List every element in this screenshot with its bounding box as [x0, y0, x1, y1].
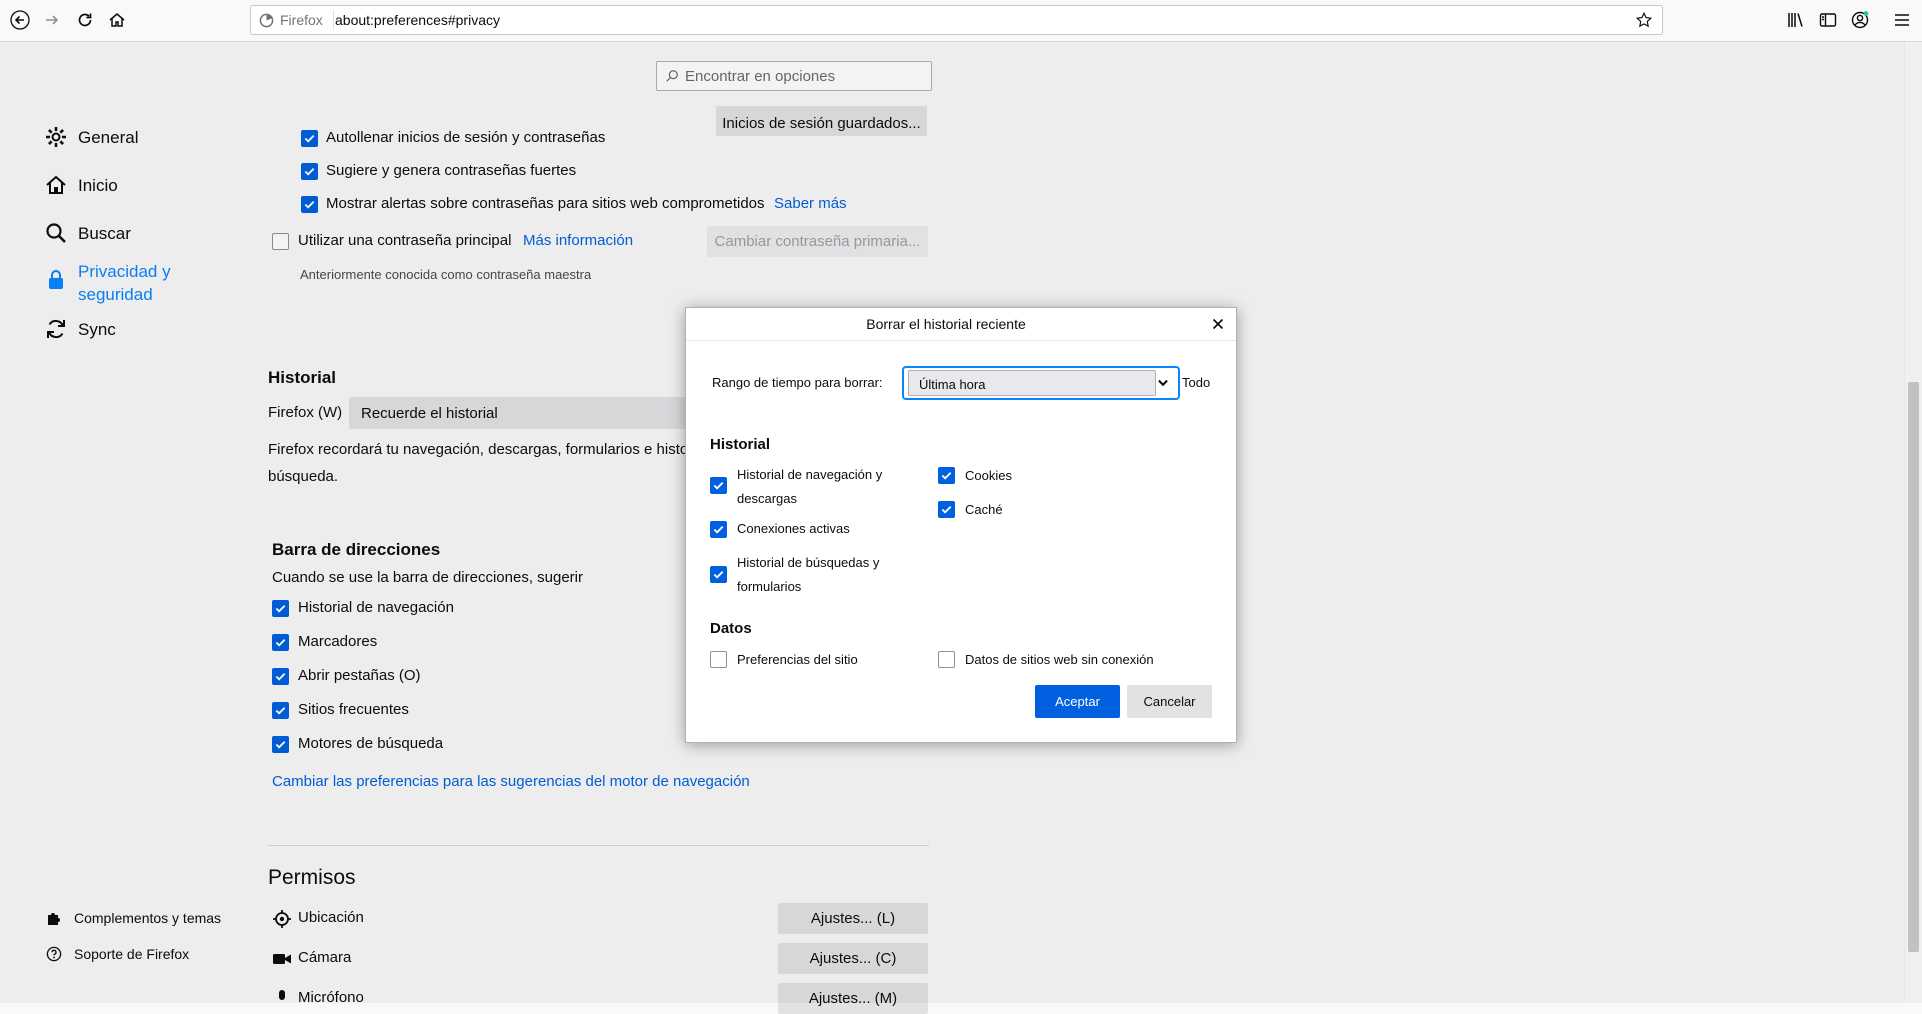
sidebar-icon[interactable]: [1812, 4, 1844, 36]
page-scrollbar[interactable]: [1904, 42, 1922, 1003]
active-connections-label: Conexiones activas: [737, 521, 850, 536]
browsing-history-line2: descargas: [737, 491, 797, 506]
browsing-history-label: Historial de navegación y descargas: [737, 463, 882, 511]
time-range-field[interactable]: Última hora: [908, 370, 1156, 396]
identity-label: Firefox: [280, 12, 323, 28]
dialog-data-heading: Datos: [710, 620, 752, 637]
range-trailing-text: Todo: [1182, 375, 1211, 390]
cache-checkbox[interactable]: [938, 501, 955, 518]
cache-label: Caché: [965, 502, 1003, 517]
form-history-line1: Historial de búsquedas y: [737, 555, 880, 570]
time-range-value: Última hora: [919, 377, 986, 392]
identity-box[interactable]: Firefox: [259, 10, 334, 30]
active-connections-checkbox[interactable]: [710, 521, 727, 538]
scrollbar-thumb[interactable]: [1908, 382, 1919, 952]
account-icon[interactable]: [1844, 4, 1876, 36]
forward-icon[interactable]: [36, 4, 68, 36]
form-history-label: Historial de búsquedas y formularios: [737, 551, 879, 599]
accept-button[interactable]: Aceptar: [1035, 685, 1120, 718]
dialog-history-heading: Historial: [710, 436, 771, 453]
site-preferences-label: Preferencias del sitio: [737, 652, 858, 667]
site-preferences-checkbox[interactable]: [710, 651, 727, 668]
form-history-checkbox[interactable]: [710, 566, 727, 583]
browser-toolbar: Firefox about:preferences#privacy: [0, 0, 1922, 42]
url-bar[interactable]: Firefox about:preferences#privacy: [250, 5, 1663, 35]
browsing-history-line1: Historial de navegación y: [737, 467, 883, 482]
clear-history-dialog: Borrar el historial reciente Rango de ti…: [685, 307, 1237, 743]
home-icon[interactable]: [101, 4, 133, 36]
offline-data-label: Datos de sitios web sin conexión: [965, 652, 1154, 667]
dialog-title: Borrar el historial reciente: [866, 316, 1026, 332]
cookies-label: Cookies: [965, 468, 1012, 483]
close-icon[interactable]: [1208, 314, 1228, 334]
library-icon[interactable]: [1780, 4, 1812, 36]
time-range-select[interactable]: Última hora: [902, 366, 1180, 400]
offline-data-checkbox[interactable]: [938, 651, 955, 668]
cancel-button[interactable]: Cancelar: [1127, 685, 1212, 718]
back-icon[interactable]: [4, 4, 36, 36]
star-icon[interactable]: [1632, 8, 1656, 32]
dialog-title-bar: Borrar el historial reciente: [686, 308, 1236, 341]
firefox-icon: [259, 13, 274, 27]
chevron-down-icon[interactable]: [1156, 376, 1170, 390]
menu-icon[interactable]: [1886, 4, 1918, 36]
form-history-line2: formularios: [737, 579, 802, 594]
cookies-checkbox[interactable]: [938, 467, 955, 484]
reload-icon[interactable]: [69, 4, 101, 36]
browsing-history-checkbox[interactable]: [710, 477, 727, 494]
url-text[interactable]: about:preferences#privacy: [335, 12, 500, 28]
range-label: Rango de tiempo para borrar:: [712, 375, 883, 390]
